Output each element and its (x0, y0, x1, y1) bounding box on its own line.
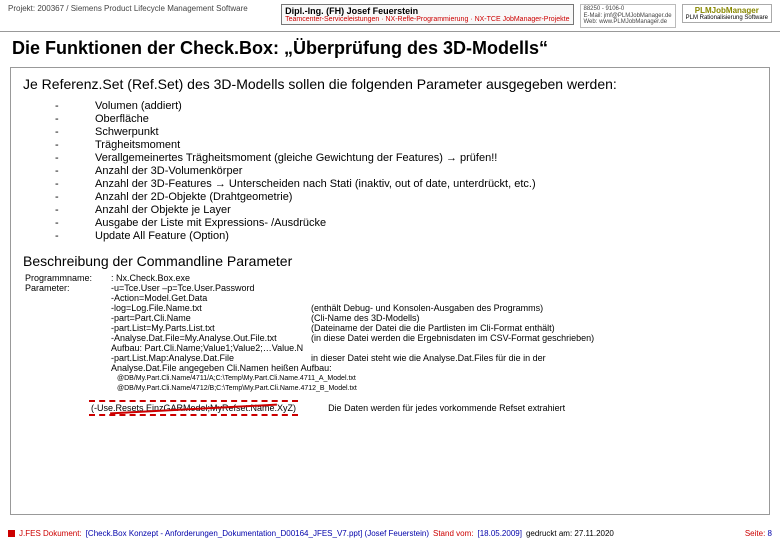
bullet: - (55, 100, 95, 112)
label-parameter: Parameter: (25, 283, 111, 293)
value-programname: : Nx.Check.Box.exe (111, 273, 190, 283)
parameter-text: Anzahl der 2D-Objekte (Drahtgeometrie) (95, 191, 292, 203)
footer-printed: gedruckt am: 27.11.2020 (526, 529, 614, 538)
parameter-row: -Volumen (addiert) (55, 100, 761, 112)
parameter-row: -Anzahl der 3D-Volumenkörper (55, 165, 761, 177)
page-label: Seite: (745, 529, 765, 538)
parameter-text: Oberfläche (95, 113, 149, 125)
map-arg: -part.List.Map:Analyse.Dat.File (111, 353, 311, 363)
page-number: 8 (768, 529, 772, 538)
bullet: - (55, 139, 95, 151)
footer-bullet-icon (8, 530, 15, 537)
brand-services: Teamcenter-Serviceleistungen · NX-Refle-… (285, 16, 569, 23)
logo-box: PLMJobManager PLM Rationalisierung Softw… (682, 4, 772, 23)
contact-box: 88250 - 9106-0 E-Mail: jmf@PLMJobManager… (580, 4, 676, 28)
bullet: - (55, 178, 95, 190)
strike-zone: (-Use.Resets EinzGARModel;MyRefset.Name.… (19, 400, 761, 416)
cmd-arg: -part.List=My.Parts.List.txt (111, 323, 311, 333)
parameter-list: -Volumen (addiert)-Oberfläche-Schwerpunk… (19, 100, 761, 242)
slide-title: Die Funktionen der Check.Box: „Überprüfu… (0, 32, 780, 67)
cmd-desc: (enthält Debug- und Konsolen-Ausgaben de… (311, 303, 761, 313)
strike-note: Die Daten werden für jedes vorkommende R… (328, 403, 565, 413)
cmd-line: -part.List=My.Parts.List.txt(Dateiname d… (25, 323, 761, 333)
project-label: Projekt: 200367 / Siemens Product Lifecy… (8, 4, 248, 13)
cmd-line: -log=Log.File.Name.txt(enthält Debug- un… (25, 303, 761, 313)
cmd-desc: (Cli-Name des 3D-Modells) (311, 313, 761, 323)
parameter-text: Ausgabe der Liste mit Expressions- /Ausd… (95, 217, 326, 229)
brand-name: Dipl.-Ing. (FH) Josef Feuerstein (285, 6, 569, 16)
contact-email: E-Mail: jmf@PLMJobManager.de (584, 13, 672, 20)
parameter-row: -Oberfläche (55, 113, 761, 125)
parameter-text: Anzahl der 3D-Features → Unterscheiden n… (95, 178, 536, 190)
bullet: - (55, 230, 95, 242)
cmd-desc (311, 293, 761, 303)
cmd-arg: -Action=Model.Get.Data (111, 293, 311, 303)
parameter-row: -Schwerpunkt (55, 126, 761, 138)
parameter-row: -Anzahl der 3D-Features → Unterscheiden … (55, 178, 761, 190)
parameter-row: -Ausgabe der Liste mit Expressions- /Aus… (55, 217, 761, 229)
cmd-desc (311, 283, 761, 293)
parameter-text: Trägheitsmoment (95, 139, 180, 151)
contact-phone: 88250 - 9106-0 (584, 6, 672, 13)
footer-file: [Check.Box Konzept - Anforderungen_Dokum… (86, 529, 429, 538)
cmd-arg: -Analyse.Dat.File=My.Analyse.Out.File.tx… (111, 333, 311, 343)
parameter-text: Verallgemeinertes Trägheitsmoment (gleic… (95, 152, 497, 164)
cmd-arg: -part=Part.Cli.Name (111, 313, 311, 323)
contact-web: Web: www.PLMJobManager.de (584, 19, 672, 26)
parameter-row: -Anzahl der Objekte je Layer (55, 204, 761, 216)
commandline-heading: Beschreibung der Commandline Parameter (19, 243, 761, 273)
parameter-row: -Trägheitsmoment (55, 139, 761, 151)
cmd-line: -part=Part.Cli.Name(Cli-Name des 3D-Mode… (25, 313, 761, 323)
parameter-row: -Verallgemeinertes Trägheitsmoment (glei… (55, 152, 761, 164)
bullet: - (55, 204, 95, 216)
map-desc: in dieser Datei steht wie die Analyse.Da… (311, 353, 761, 363)
bullet: - (55, 165, 95, 177)
cmd-arg: -log=Log.File.Name.txt (111, 303, 311, 313)
cmd-line: -Analyse.Dat.File=My.Analyse.Out.File.tx… (25, 333, 761, 343)
commandline-block: Programmname: : Nx.Check.Box.exe Paramet… (19, 273, 761, 394)
parameter-row: -Update All Feature (Option) (55, 230, 761, 242)
logo-title: PLMJobManager (686, 6, 768, 15)
label-programname: Programmname: (25, 273, 111, 283)
parameter-text: Schwerpunkt (95, 126, 159, 138)
footer-doc-label: J.FES Dokument: (19, 529, 82, 538)
logo-subtitle: PLM Rationalisierung Software (686, 15, 768, 21)
tiny-line-1: @DB/My.Part.Cli.Name/4711/A;C:\Temp\My.P… (25, 375, 761, 383)
parameter-text: Update All Feature (Option) (95, 230, 229, 242)
intro-text: Je Referenz.Set (Ref.Set) des 3D-Modells… (19, 74, 761, 100)
cmd-line: -Action=Model.Get.Data (25, 293, 761, 303)
map-desc2: Analyse.Dat.File angegeben Cli.Namen hei… (111, 363, 332, 373)
slide-header: Projekt: 200367 / Siemens Product Lifecy… (0, 0, 780, 32)
parameter-text: Anzahl der 3D-Volumenkörper (95, 165, 242, 177)
struck-parameter: (-Use.Resets EinzGARModel;MyRefset.Name.… (89, 400, 298, 416)
bullet: - (55, 152, 95, 164)
bullet: - (55, 217, 95, 229)
cmd-desc: (in diese Datei werden die Ergebnisdaten… (311, 333, 761, 343)
parameter-text: Anzahl der Objekte je Layer (95, 204, 231, 216)
parameter-row: -Anzahl der 2D-Objekte (Drahtgeometrie) (55, 191, 761, 203)
header-right: Dipl.-Ing. (FH) Josef Feuerstein Teamcen… (281, 4, 772, 28)
bullet: - (55, 126, 95, 138)
tiny-line-2: @DB/My.Part.Cli.Name/4712/B;C:\Temp\My.P… (25, 385, 761, 393)
footer-page: Seite: 8 (745, 529, 772, 538)
bullet: - (55, 113, 95, 125)
footer-stand-value: [18.05.2009] (477, 529, 521, 538)
cmd-arg: -u=Tce.User –p=Tce.User.Password (111, 283, 311, 293)
footer-stand-label: Stand vom: (433, 529, 473, 538)
aufbau-line: Aufbau: Part.Cli.Name;Value1;Value2;…Val… (111, 343, 303, 353)
bullet: - (55, 191, 95, 203)
cmd-desc: (Dateiname der Datei die die Partlisten … (311, 323, 761, 333)
slide-footer: J.FES Dokument: [Check.Box Konzept - Anf… (8, 529, 772, 538)
brand-box: Dipl.-Ing. (FH) Josef Feuerstein Teamcen… (281, 4, 573, 25)
content-box: Je Referenz.Set (Ref.Set) des 3D-Modells… (10, 67, 770, 515)
parameter-text: Volumen (addiert) (95, 100, 182, 112)
